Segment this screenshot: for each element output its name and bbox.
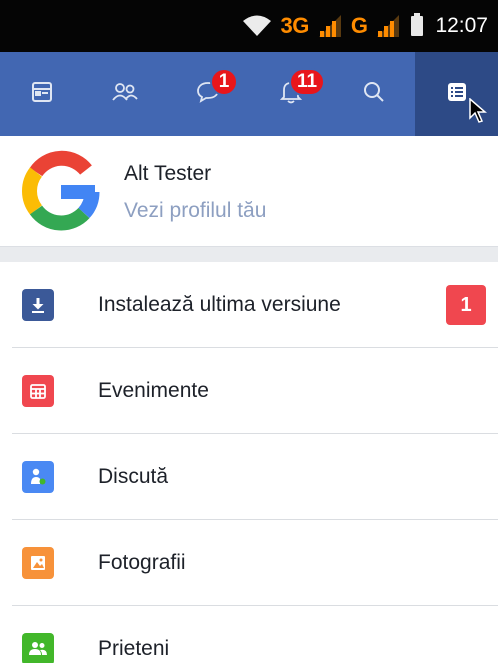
friends-icon [111,81,139,108]
clock: 12:07 [435,14,488,37]
friends-icon [22,633,54,663]
messages-badge: 1 [210,68,238,96]
battery-icon [411,13,424,36]
network-g-label: G [350,13,368,38]
menu-item-label: Prieteni [98,637,170,660]
notifications-badge: 11 [289,68,326,96]
nav-news-feed-button[interactable] [0,52,83,136]
wifi-icon [242,14,272,38]
signal-icon [375,15,401,37]
profile-row[interactable]: Alt Tester Vezi profilul tău [0,136,498,246]
update-badge: 1 [446,285,486,325]
avatar [20,150,102,232]
menu-item-label: Fotografii [98,551,186,574]
menu-item-label: Evenimente [98,379,209,402]
calendar-icon [22,375,54,407]
google-g-logo-icon [22,150,100,231]
menu-item-chat[interactable]: Discută [0,434,498,520]
nav-search-button[interactable] [332,52,415,136]
section-divider [0,246,498,262]
news-feed-icon [31,81,53,108]
top-navigation-bar: 1 11 [0,52,498,136]
nav-friend-requests-button[interactable] [83,52,166,136]
photo-icon [22,547,54,579]
mouse-cursor-icon [469,97,488,129]
menu-item-photos[interactable]: Fotografii [0,520,498,606]
menu-item-friends[interactable]: Prieteni [0,606,498,663]
menu-item-label: Discută [98,465,169,488]
menu-list-icon [446,81,468,108]
nav-notifications-button[interactable]: 11 [249,52,332,136]
download-icon [22,289,54,321]
menu-item-events[interactable]: Evenimente [0,348,498,434]
status-bar: 3G G 12:07 [0,0,498,52]
bookmarks-menu: Instalează ultima versiune 1 Evenimente … [0,262,498,663]
contact-icon [22,461,54,493]
nav-messages-button[interactable]: 1 [166,52,249,136]
menu-item-label: Instalează ultima versiune [98,293,341,316]
view-profile-link[interactable]: Vezi profilul tău [124,199,266,223]
menu-item-install-update[interactable]: Instalează ultima versiune 1 [0,262,498,348]
signal-icon [317,15,343,37]
search-icon [362,80,386,109]
nav-menu-button[interactable] [415,52,498,136]
profile-name: Alt Tester [124,162,212,185]
network-3g-label: 3G [280,13,309,38]
